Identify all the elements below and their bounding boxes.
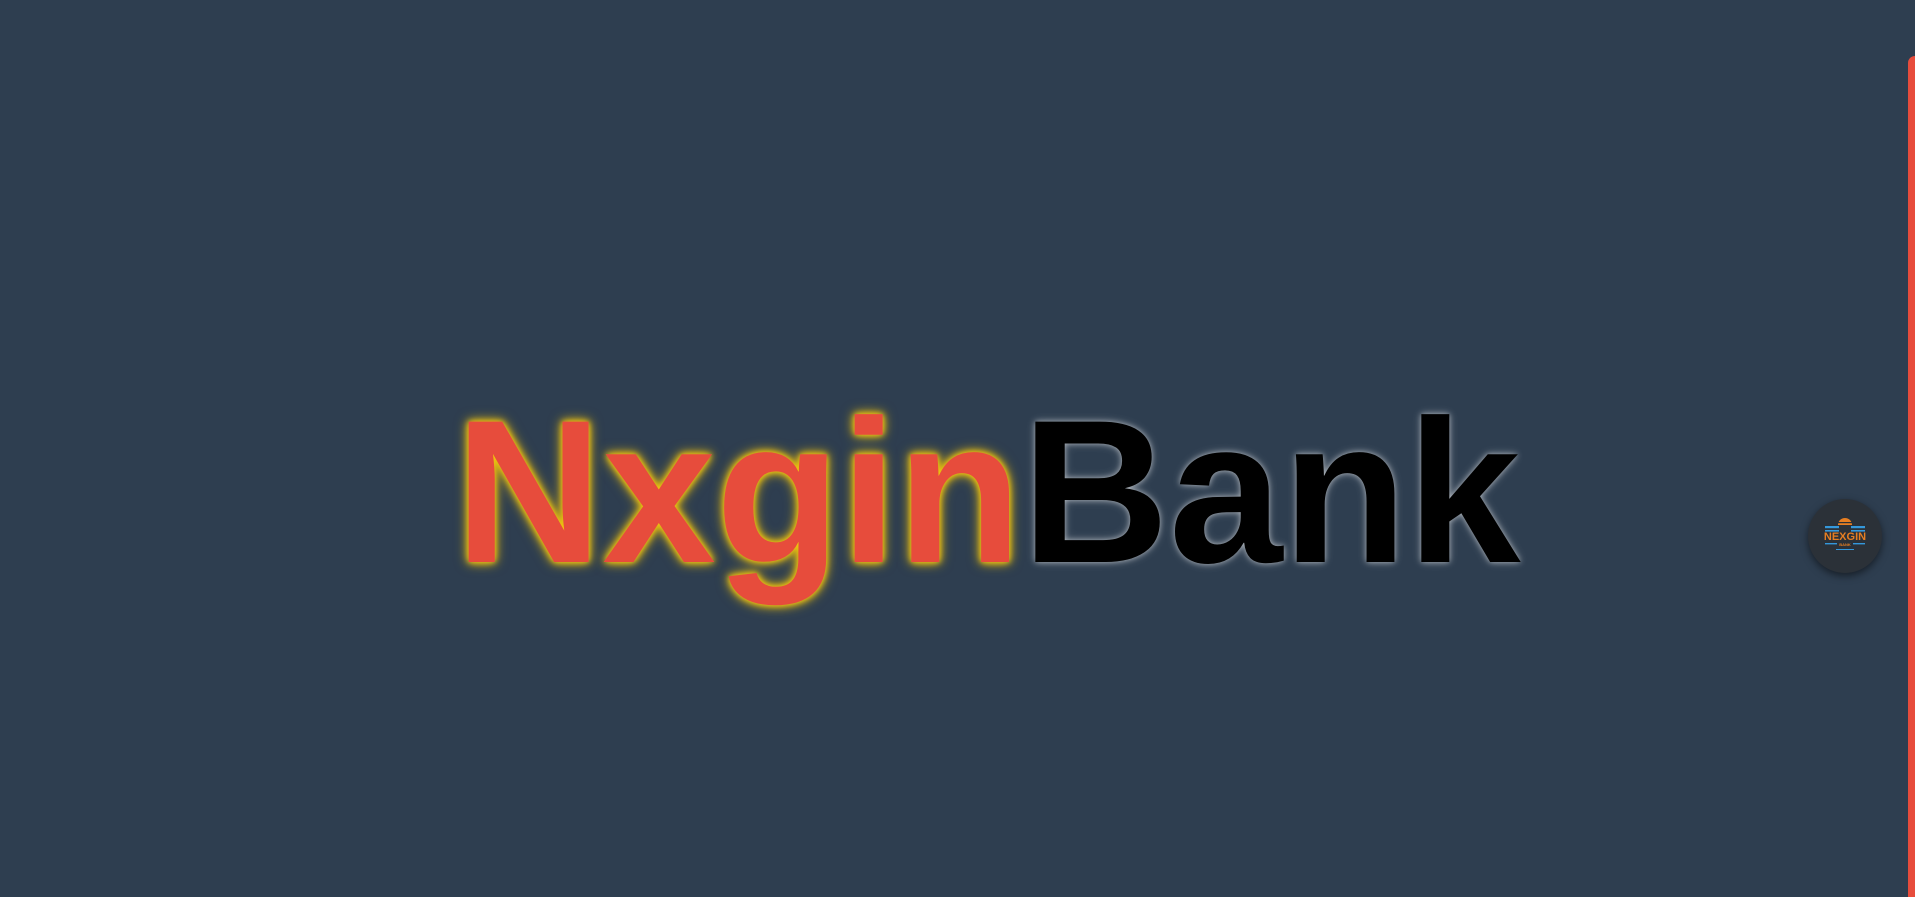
bank-logo-button[interactable]: NEXGIN BANK: [1808, 499, 1882, 573]
right-accent-bar: [1908, 56, 1915, 897]
brand-name-part-nxgin: Nxgin: [455, 378, 1022, 606]
logo-subtitle: BANK: [1839, 542, 1851, 547]
splash-screen: Nxgin Bank NEXGIN BANK: [0, 0, 1915, 897]
bank-logo-icon: NEXGIN BANK: [1824, 518, 1866, 550]
brand-name-part-bank: Bank: [1021, 378, 1521, 606]
brand-wordmark: Nxgin Bank: [455, 390, 1521, 600]
